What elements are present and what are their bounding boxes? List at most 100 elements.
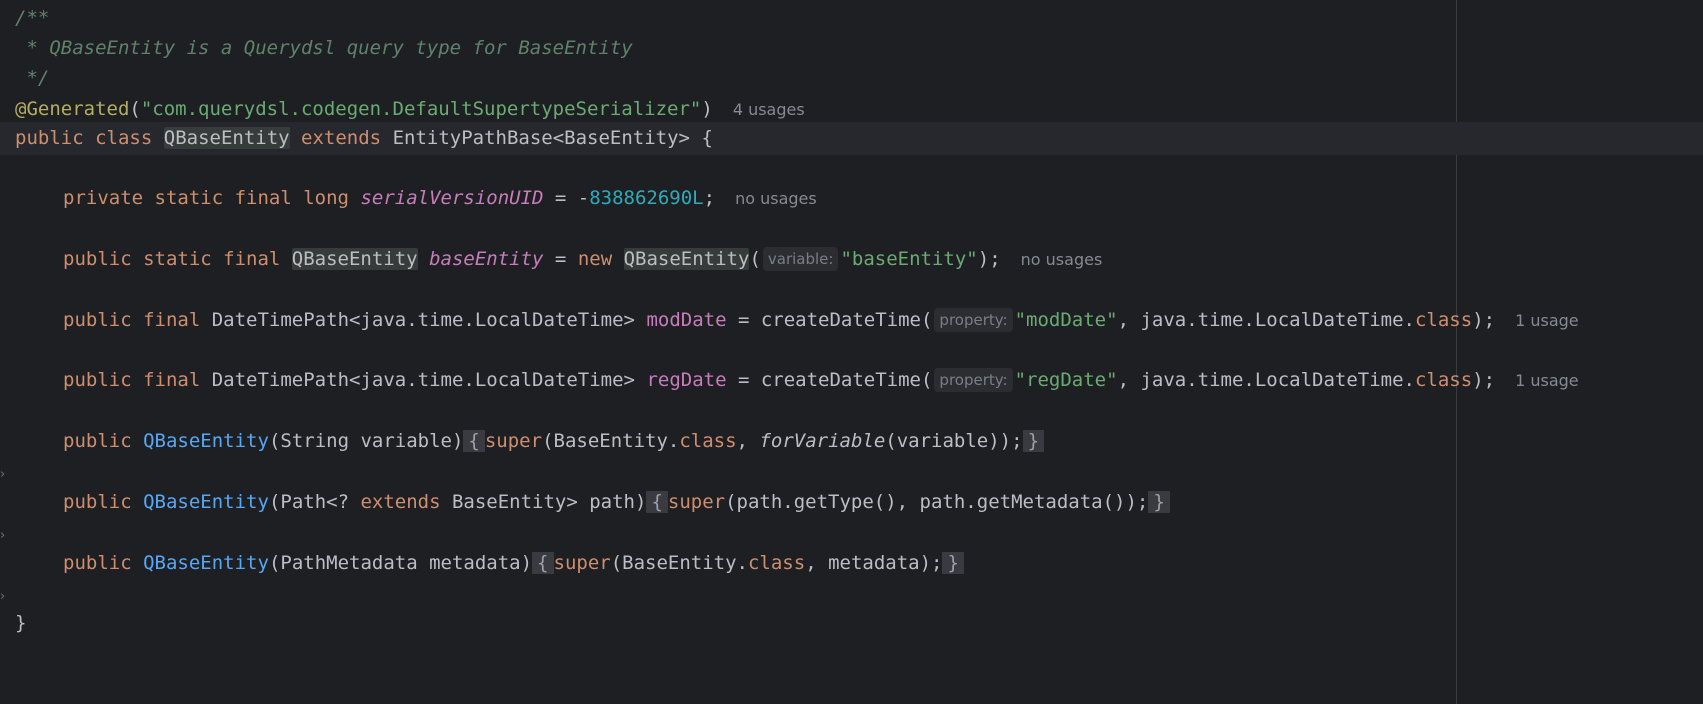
keyword-super: super (484, 430, 543, 452)
static-method-call[interactable]: forVariable (759, 430, 885, 452)
code-line[interactable]: */ (0, 62, 1703, 95)
doc-comment-close: */ (15, 67, 50, 89)
folded-close-brace[interactable]: } (1022, 430, 1045, 452)
keyword-super: super (553, 552, 611, 574)
folded-close-brace[interactable]: } (1148, 491, 1170, 513)
base-entity-field-declaration: public static final QBaseEntity baseEnti… (63, 243, 1102, 276)
usages-hint[interactable]: 1 usage (1515, 371, 1579, 390)
field-name[interactable]: baseEntity (429, 248, 543, 270)
super-type[interactable]: EntityPathBase<BaseEntity> (393, 127, 690, 149)
constructor-declaration: public QBaseEntity(PathMetadata metadata… (63, 547, 964, 580)
folded-open-brace[interactable]: { (646, 491, 668, 513)
method-call[interactable]: = createDateTime( (727, 369, 932, 391)
code-line[interactable]: * QBaseEntity is a Querydsl query type f… (0, 32, 1703, 65)
keyword-public: public (15, 127, 84, 149)
argument: (BaseEntity. (610, 552, 748, 574)
method-call[interactable]: = createDateTime( (727, 309, 932, 331)
field-name[interactable]: modDate (646, 309, 726, 331)
constructor-call[interactable]: QBaseEntity (623, 248, 750, 270)
string-literal: "regDate" (1014, 369, 1118, 391)
keyword-class: class (1414, 369, 1473, 391)
operator: = - (543, 187, 590, 209)
argument: , java.time.LocalDateTime. (1117, 369, 1415, 391)
keyword-class: class (679, 430, 737, 452)
argument: (variable)); (885, 430, 1023, 452)
code-line[interactable]: /** (0, 2, 1703, 35)
modifiers: public static final (63, 248, 281, 270)
code-line[interactable]: › public QBaseEntity(Path<? extends Base… (0, 486, 1703, 543)
semicolon: ; (703, 187, 716, 209)
type-name[interactable]: QBaseEntity (291, 248, 418, 270)
keyword-public: public (63, 491, 132, 513)
code-line[interactable]: } (0, 607, 1703, 640)
constructor-name[interactable]: QBaseEntity (143, 430, 269, 452)
open-brace: { (690, 127, 713, 149)
serial-field-declaration: private static final long serialVersionU… (63, 182, 817, 215)
keyword-extends: extends (360, 491, 441, 513)
usages-hint[interactable]: 1 usage (1515, 311, 1579, 330)
operator: = (543, 248, 578, 270)
doc-comment-open: /** (15, 7, 50, 29)
constructor-declaration: public QBaseEntity(Path<? extends BaseEn… (63, 486, 1170, 519)
constructor-name[interactable]: QBaseEntity (143, 491, 269, 513)
modifiers: private static final long (63, 187, 349, 209)
code-line[interactable]: private static final long serialVersionU… (0, 182, 1703, 215)
string-literal: "modDate" (1014, 309, 1118, 331)
paren: ); (1472, 309, 1496, 331)
code-line[interactable]: public final DateTimePath<java.time.Loca… (0, 304, 1703, 337)
argument: , (736, 430, 760, 452)
annotation-value: "com.querydsl.codegen.DefaultSupertypeSe… (140, 98, 702, 120)
mod-date-field-declaration: public final DateTimePath<java.time.Loca… (63, 304, 1579, 337)
field-name[interactable]: serialVersionUID (360, 187, 543, 209)
modifiers: public final (63, 369, 201, 391)
constructor-name[interactable]: QBaseEntity (143, 552, 269, 574)
argument: (path.getType(), path.getMetadata()); (725, 491, 1149, 513)
parameter-name-hint: variable: (762, 247, 839, 271)
folded-open-brace[interactable]: { (532, 552, 554, 574)
folded-open-brace[interactable]: { (463, 430, 485, 452)
class-close-brace: } (15, 612, 27, 634)
keyword-class: class (1414, 309, 1473, 331)
keyword-public: public (63, 552, 132, 574)
string-literal: "baseEntity" (840, 248, 978, 270)
code-line[interactable]: › public QBaseEntity(String variable){su… (0, 425, 1703, 482)
number-literal: 838862690L (589, 187, 704, 209)
keyword-extends: extends (301, 127, 382, 149)
type-name[interactable]: DateTimePath<java.time.LocalDateTime> (212, 309, 635, 331)
keyword-class: class (747, 552, 806, 574)
keyword-public: public (63, 430, 132, 452)
doc-comment-body: * QBaseEntity is a Querydsl query type f… (15, 37, 633, 59)
reg-date-field-declaration: public final DateTimePath<java.time.Loca… (63, 364, 1579, 397)
constructor-params: (Path<? (268, 491, 361, 513)
paren: ); (1472, 369, 1496, 391)
usages-hint[interactable]: no usages (735, 189, 817, 208)
argument: , java.time.LocalDateTime. (1117, 309, 1415, 331)
paren: ( (749, 248, 761, 270)
code-line[interactable]: public final DateTimePath<java.time.Loca… (0, 364, 1703, 397)
usages-hint[interactable]: 4 usages (733, 100, 805, 119)
code-line[interactable]: public static final QBaseEntity baseEnti… (0, 243, 1703, 276)
constructor-declaration: public QBaseEntity(String variable){supe… (63, 425, 1045, 458)
annotation-name[interactable]: @Generated (15, 98, 129, 120)
paren: ); (977, 248, 1001, 270)
keyword-new: new (577, 248, 613, 270)
parameter-name-hint: property: (934, 368, 1013, 392)
code-line[interactable]: › public QBaseEntity(PathMetadata metada… (0, 547, 1703, 604)
argument: , metadata); (805, 552, 943, 574)
usages-hint[interactable]: no usages (1021, 250, 1103, 269)
code-line-current[interactable]: public class QBaseEntity extends EntityP… (0, 122, 1703, 155)
constructor-params: BaseEntity> path) (440, 491, 647, 513)
paren: ) (701, 98, 713, 120)
class-name[interactable]: QBaseEntity (163, 127, 290, 149)
paren: ( (129, 98, 141, 120)
constructor-params: (String variable) (268, 430, 464, 452)
keyword-super: super (667, 491, 726, 513)
constructor-params: (PathMetadata metadata) (268, 552, 533, 574)
field-name[interactable]: regDate (646, 369, 726, 391)
keyword-class: class (95, 127, 153, 149)
folded-close-brace[interactable]: } (942, 552, 964, 574)
argument: (BaseEntity. (542, 430, 680, 452)
class-declaration: public class QBaseEntity extends EntityP… (15, 122, 713, 155)
type-name[interactable]: DateTimePath<java.time.LocalDateTime> (212, 369, 635, 391)
code-editor[interactable]: /** * QBaseEntity is a Querydsl query ty… (0, 0, 1703, 704)
